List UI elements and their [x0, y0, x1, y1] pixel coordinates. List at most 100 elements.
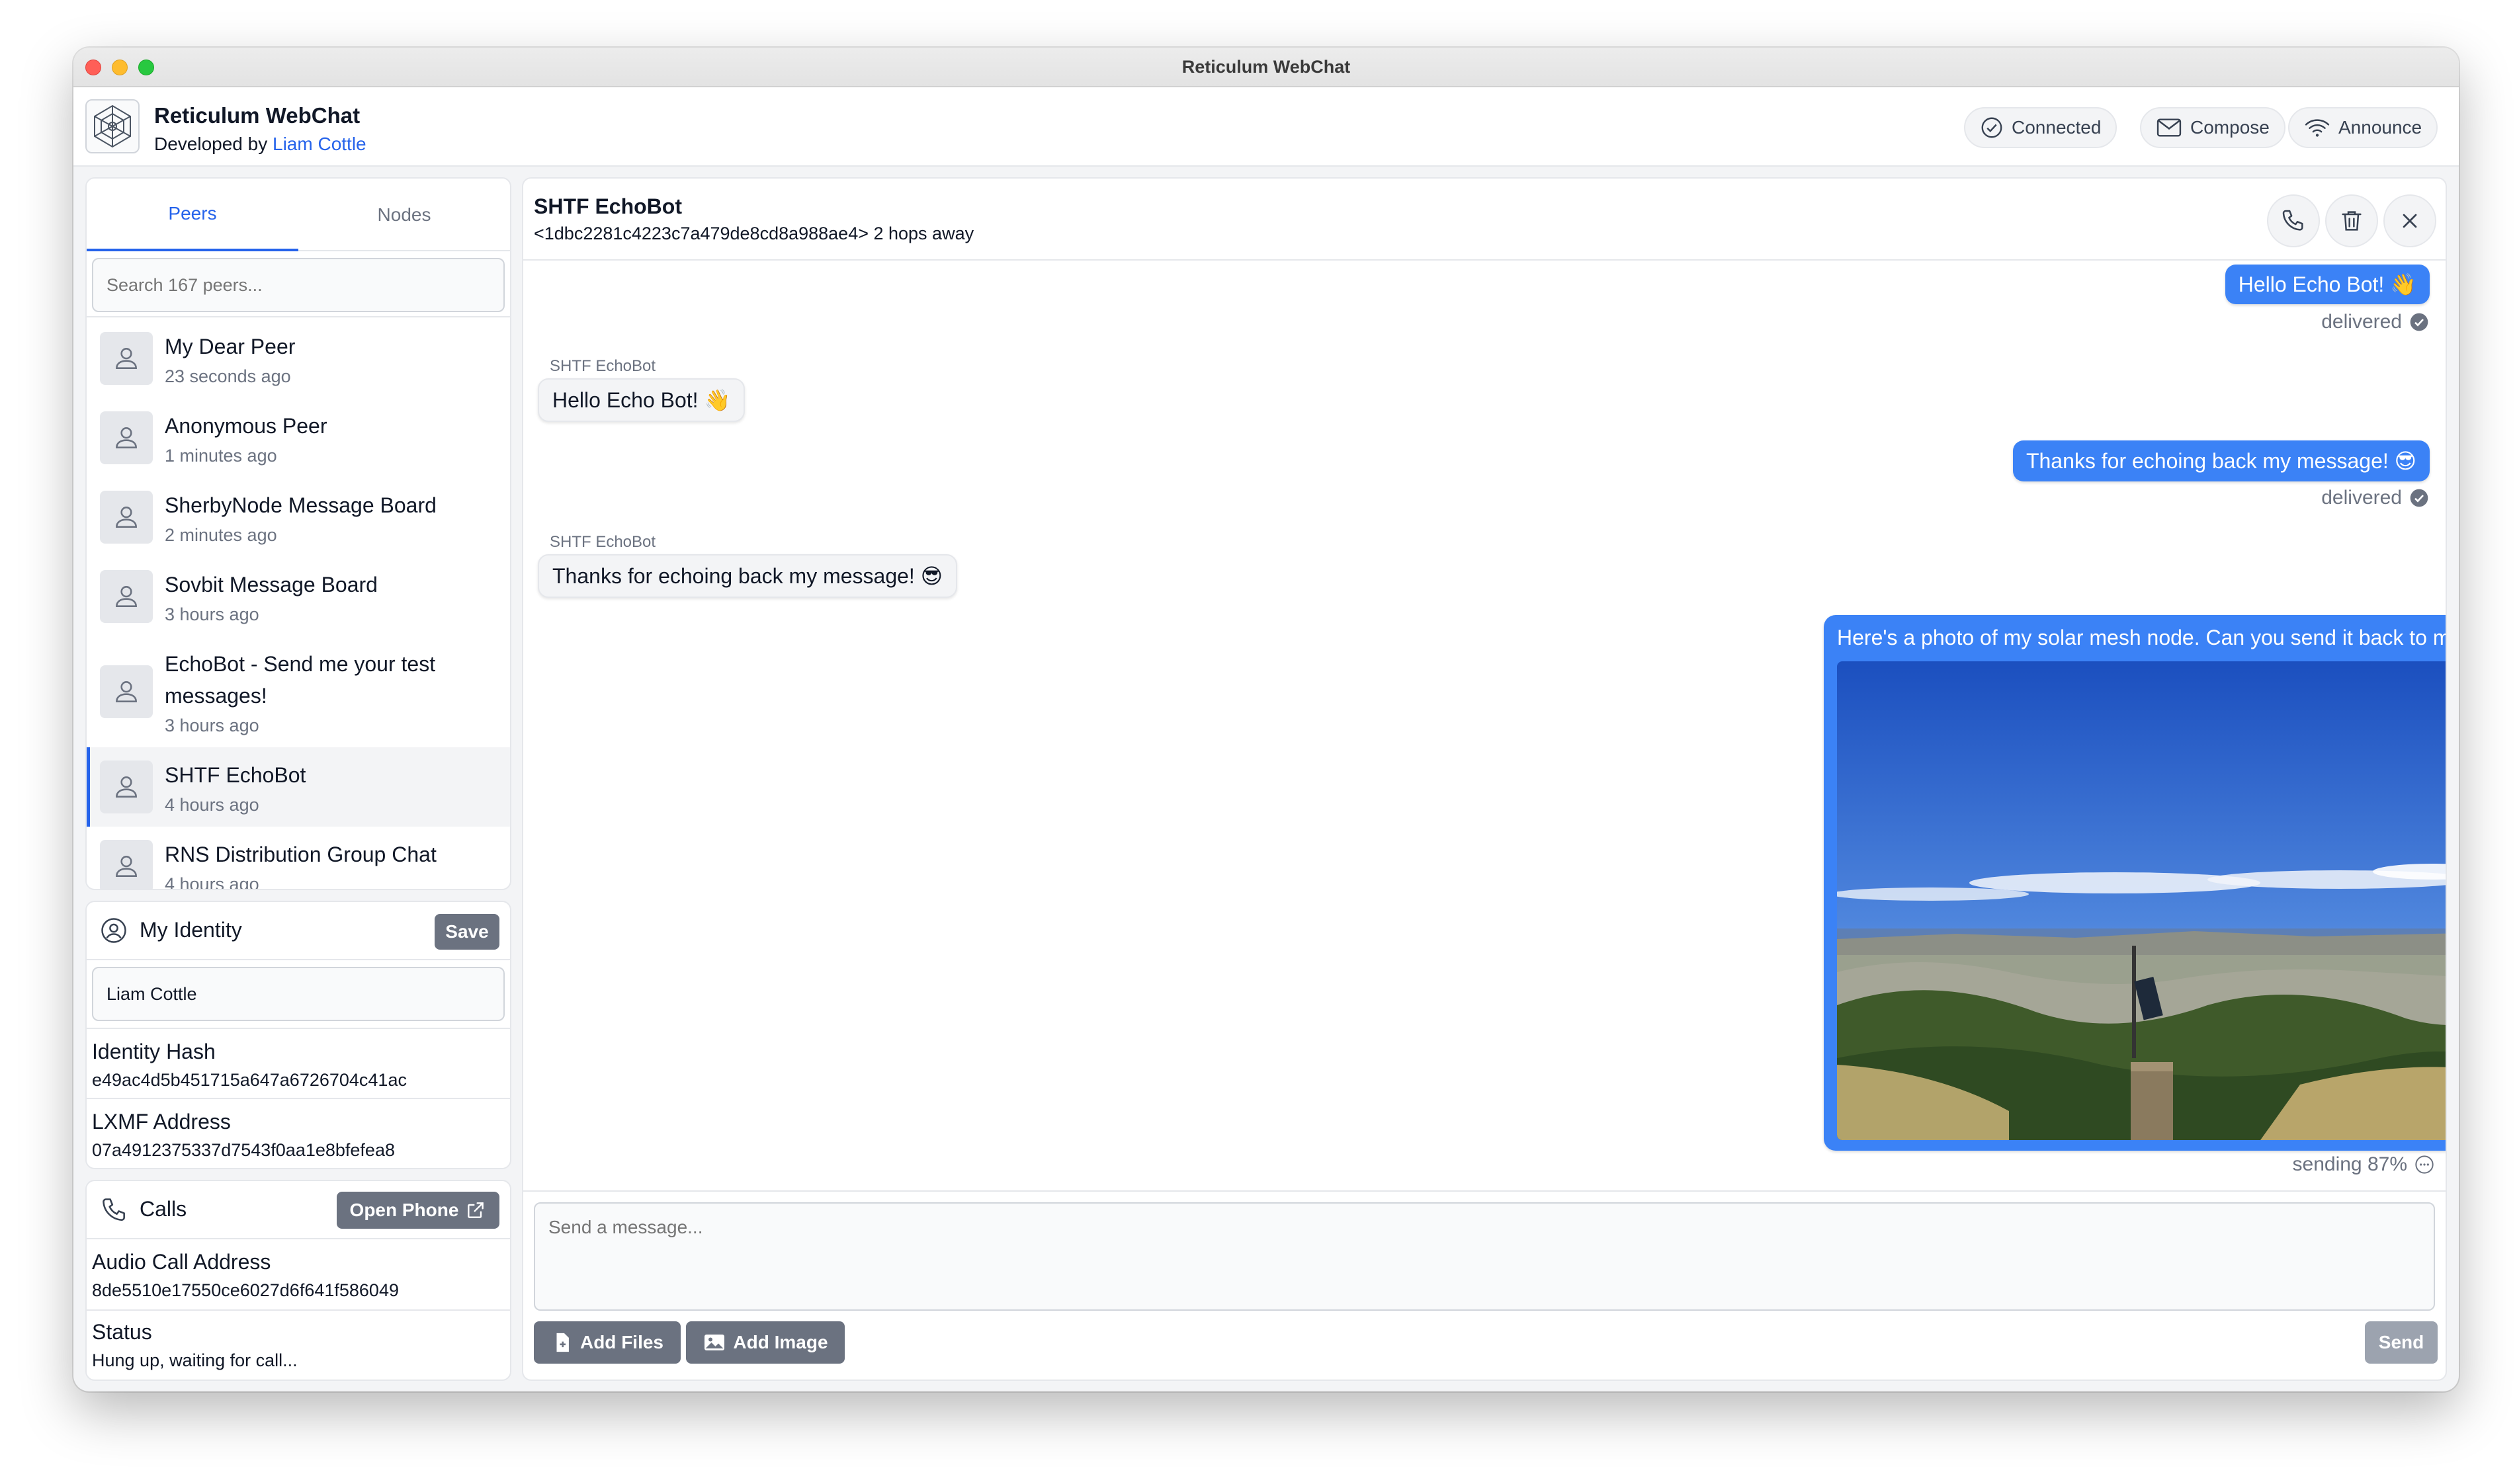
outgoing-message[interactable]: Thanks for echoing back my message! 😎: [2012, 440, 2430, 481]
add-image-label: Add Image: [733, 1332, 828, 1352]
solar-mesh-node-photo: [1837, 661, 2446, 1140]
peer-last-seen: 1 minutes ago: [165, 446, 277, 466]
peer-name: Anonymous Peer: [165, 414, 327, 438]
outgoing-image-message[interactable]: Here's a photo of my solar mesh node. Ca…: [1824, 615, 2447, 1151]
incoming-message[interactable]: Thanks for echoing back my message! 😎: [538, 554, 958, 598]
tab-peers[interactable]: Peers: [87, 179, 298, 251]
divider: [87, 1028, 510, 1029]
display-name-input[interactable]: [92, 967, 505, 1021]
peer-last-seen: 23 seconds ago: [165, 366, 291, 386]
message-sender: SHTF EchoBot: [550, 357, 656, 375]
peer-search-input[interactable]: [92, 258, 505, 312]
message-input[interactable]: [534, 1202, 2435, 1311]
lxmf-address-label: LXMF Address: [92, 1110, 231, 1134]
calls-panel: Calls Open Phone Audio Call Address 8de5…: [85, 1180, 511, 1381]
peer-last-seen: 3 hours ago: [165, 716, 259, 735]
message-status-text: delivered: [2321, 311, 2402, 333]
add-files-button[interactable]: Add Files: [534, 1321, 681, 1364]
open-phone-button[interactable]: Open Phone: [337, 1192, 499, 1229]
peer-name: SHTF EchoBot: [165, 763, 306, 787]
close-icon: [2403, 214, 2417, 228]
send-button[interactable]: Send: [2365, 1321, 2438, 1364]
peer-name: My Dear Peer: [165, 335, 296, 358]
identity-title: My Identity: [140, 918, 242, 942]
compose-button[interactable]: Compose: [2140, 107, 2285, 148]
image-icon: [704, 1335, 725, 1350]
peer-avatar: [100, 332, 153, 385]
peer-list-item[interactable]: RNS Distribution Group Chat 4 hours ago: [87, 827, 510, 890]
user-icon: [116, 348, 137, 369]
check-circle-icon: [2410, 313, 2428, 331]
chat-header: SHTF EchoBot <1dbc2281c4223c7a479de8cd8a…: [523, 179, 2446, 261]
message-status: delivered: [2321, 311, 2430, 333]
identity-hash-value: e49ac4d5b451715a647a6726704c41ac: [92, 1070, 407, 1090]
call-status-value: Hung up, waiting for call...: [92, 1350, 298, 1370]
chat-peer-address: <1dbc2281c4223c7a479de8cd8a988ae4> 2 hop…: [534, 224, 974, 243]
peer-last-seen: 4 hours ago: [165, 874, 259, 890]
incoming-message[interactable]: Hello Echo Bot! 👋: [538, 378, 746, 422]
add-image-button[interactable]: Add Image: [686, 1321, 845, 1364]
peer-list-item[interactable]: EchoBot - Send me your test messages! 3 …: [87, 636, 510, 747]
identity-hash-label: Identity Hash: [92, 1040, 216, 1063]
reticulum-logo-icon: [94, 104, 131, 148]
external-link-icon: [468, 1202, 484, 1218]
file-plus-icon: [556, 1333, 569, 1352]
announce-button[interactable]: Announce: [2288, 107, 2438, 148]
chat-panel: SHTF EchoBot <1dbc2281c4223c7a479de8cd8a…: [522, 177, 2447, 1381]
connected-label: Connected: [2012, 117, 2102, 138]
app-credit: Developed by Liam Cottle: [154, 134, 366, 155]
outgoing-message[interactable]: Hello Echo Bot! 👋: [2225, 265, 2430, 304]
peer-avatar: [100, 665, 153, 718]
peer-list-item-selected[interactable]: SHTF EchoBot 4 hours ago: [87, 747, 510, 827]
message-status-text: delivered: [2321, 487, 2402, 509]
peer-list-item[interactable]: Anonymous Peer 1 minutes ago: [87, 398, 510, 477]
sidebar-tabs: Peers Nodes: [87, 179, 510, 251]
peer-avatar: [100, 411, 153, 464]
wifi-icon: [2305, 119, 2330, 137]
peer-name-line-1: EchoBot - Send me your test: [165, 652, 436, 676]
message-status-text: sending 87%: [2292, 1153, 2407, 1175]
chat-peer-name: SHTF EchoBot: [534, 194, 682, 218]
peer-last-seen: 4 hours ago: [165, 795, 259, 815]
title-bar: Reticulum WebChat: [73, 48, 2459, 87]
app-window: Reticulum WebChat Reticulum WebChat Deve…: [73, 48, 2459, 1391]
image-message-status: sending 87%: [2293, 1153, 2435, 1176]
peer-name-line-2: messages!: [165, 684, 267, 708]
peer-list-item[interactable]: SherbyNode Message Board 2 minutes ago: [87, 477, 510, 557]
credit-prefix: Developed by: [154, 134, 273, 154]
divider: [87, 1309, 510, 1311]
peer-list-item[interactable]: My Dear Peer 23 seconds ago: [87, 319, 510, 398]
peer-name: Sovbit Message Board: [165, 573, 378, 597]
user-circle-icon: [101, 918, 126, 943]
calls-title: Calls: [140, 1197, 187, 1221]
message-composer: Add Files Add Image Send: [523, 1190, 2446, 1380]
attached-photo[interactable]: [1837, 661, 2446, 1140]
peer-avatar: [100, 491, 153, 544]
window-title: Reticulum WebChat: [1181, 57, 1351, 77]
user-icon: [116, 586, 137, 607]
app-header: Reticulum WebChat Developed by Liam Cott…: [73, 87, 2459, 167]
peer-avatar: [100, 840, 153, 889]
app-logo: [85, 99, 140, 153]
tab-nodes[interactable]: Nodes: [298, 179, 510, 251]
close-chat-button[interactable]: [2383, 194, 2436, 247]
call-peer-button[interactable]: [2267, 194, 2320, 247]
identity-header: My Identity Save: [87, 902, 510, 960]
connected-button[interactable]: Connected: [1964, 107, 2117, 148]
save-identity-button[interactable]: Save: [435, 914, 499, 950]
developer-link[interactable]: Liam Cottle: [273, 134, 366, 154]
call-status-label: Status: [92, 1320, 152, 1344]
calls-header: Calls Open Phone: [87, 1181, 510, 1239]
peer-list-item[interactable]: Sovbit Message Board 3 hours ago: [87, 557, 510, 636]
user-icon: [116, 776, 137, 798]
check-circle-icon: [1981, 117, 2002, 138]
peer-name: RNS Distribution Group Chat: [165, 843, 437, 866]
lxmf-address-value: 07a4912375337d7543f0aa1e8bfefea8: [92, 1140, 395, 1160]
app-name: Reticulum WebChat: [154, 103, 361, 128]
announce-label: Announce: [2338, 117, 2422, 138]
user-icon: [116, 681, 137, 702]
delete-conversation-button[interactable]: [2325, 194, 2378, 247]
user-icon: [116, 427, 137, 448]
image-caption: Here's a photo of my solar mesh node. Ca…: [1837, 626, 2447, 649]
ellipsis-circle-icon: [2415, 1155, 2434, 1174]
